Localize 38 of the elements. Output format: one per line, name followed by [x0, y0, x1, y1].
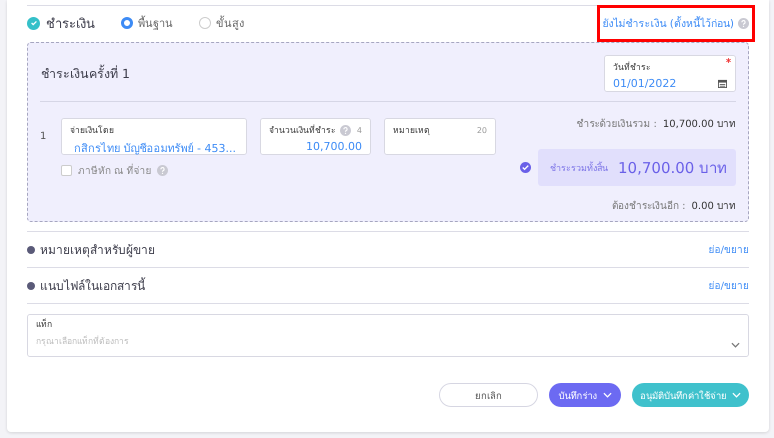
draft-button[interactable]: บันทึกร่าง: [549, 383, 621, 407]
calendar-icon: [718, 79, 727, 88]
installment-title: ชำระเงินครั้งที่ 1: [40, 64, 130, 82]
defer-payment-link[interactable]: ยังไม่ชำระเงิน (ตั้งหนี้ไว้ก่อน): [602, 14, 734, 32]
date-field[interactable]: วันที่ชำระ 01/01/2022: [604, 55, 736, 92]
help-icon: [738, 18, 749, 28]
amount-field[interactable]: จำนวนเงินที่ชำระ 4 10,700.00: [260, 118, 371, 155]
chevron-down-icon: [602, 392, 612, 398]
chevron-down-icon: [731, 342, 740, 348]
remaining-value: 0.00 บาท: [692, 200, 736, 213]
chevron-down-icon: [732, 392, 741, 398]
help-icon: [157, 165, 168, 176]
collapse-toggle-link[interactable]: ย่อ/ขยาย: [708, 278, 749, 293]
collapse-toggle-link[interactable]: ย่อ/ขยาย: [708, 242, 749, 257]
payment-label: ชำระเงิน: [46, 16, 95, 34]
remaining-label: ต้องชำระเงินอีก :: [612, 200, 686, 213]
radio-label[interactable]: ขั้นสูง: [216, 14, 244, 32]
pay-by-dropdown[interactable]: จ่ายเงินโดย กสิกรไทย บัญชีออมทรัพย์ - 453...: [61, 118, 247, 155]
grand-total-label: ชำระรวมทั้งสิ้น: [550, 160, 608, 174]
checkbox[interactable]: [61, 165, 72, 176]
bullet-icon: [27, 246, 35, 254]
row-number: 1: [40, 130, 46, 142]
radio-label[interactable]: พื้นฐาน: [138, 14, 173, 32]
check-icon: [30, 19, 38, 27]
note-field[interactable]: หมายเหตุ 20: [384, 118, 496, 155]
paid-total-label: ชำระด้วยเงินรวม :: [576, 118, 657, 131]
bullet-icon: [27, 282, 35, 290]
grand-total-value: 10,700.00 บาท: [618, 158, 728, 178]
tag-dropdown[interactable]: แท็ก กรุณาเลือกแท็กที่ต้องการ: [27, 314, 749, 357]
paid-total-value: 10,700.00 บาท: [662, 118, 736, 131]
section-title: แนบไฟล์ในเอกสารนี้: [40, 276, 145, 295]
help-icon: [340, 124, 351, 136]
section-title: หมายเหตุสำหรับผู้ขาย: [40, 242, 155, 259]
outline-button[interactable]: ยกเลิก: [439, 383, 538, 407]
withholding-tax-label[interactable]: ภาษีหัก ณ ที่จ่าย: [78, 163, 152, 178]
checkbox[interactable]: [27, 16, 40, 30]
radio-button[interactable]: [199, 17, 211, 29]
radio-button[interactable]: [121, 17, 133, 29]
